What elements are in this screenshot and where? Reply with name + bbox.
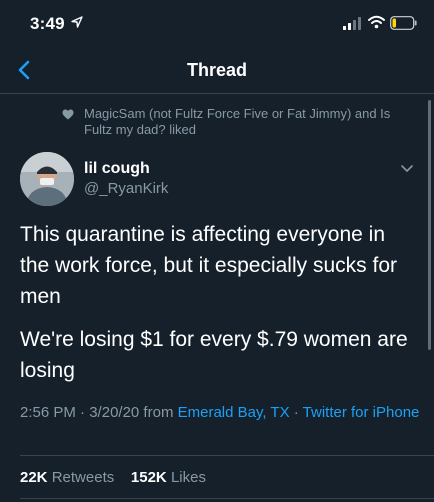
status-bar: 3:49 (0, 0, 434, 46)
divider (20, 455, 434, 456)
avatar[interactable] (20, 152, 74, 206)
tweet-paragraph: We're losing $1 for every $.79 women are… (20, 328, 408, 382)
tweet-time: 2:56 PM (20, 404, 76, 421)
author-name[interactable]: lil cough (84, 160, 150, 178)
liked-by-text[interactable]: MagicSam (not Fultz Force Five or Fat Ji… (84, 106, 414, 138)
meta-from: from (139, 404, 178, 421)
likes-count: 152K (130, 469, 167, 486)
retweets-count: 22K (20, 469, 48, 486)
page-title: Thread (186, 60, 247, 80)
retweets-label: Retweets (51, 469, 115, 486)
scroll-indicator[interactable] (428, 100, 431, 350)
location-arrow-icon (71, 16, 83, 28)
nav-bar: Thread (0, 46, 434, 94)
divider (20, 498, 434, 499)
tweet-paragraph: This quarantine is affecting everyone in… (20, 223, 397, 308)
tweet-meta: 2:56 PM · 3/20/20 from Emerald Bay, TX ·… (20, 402, 420, 424)
tweet-location-link[interactable]: Emerald Bay, TX (178, 404, 290, 421)
battery-icon (390, 16, 417, 30)
author-handle[interactable]: @_RyanKirk (84, 180, 168, 197)
tweet-text: This quarantine is affecting everyone in… (20, 219, 418, 398)
chevron-down-icon[interactable] (400, 164, 414, 174)
meta-separator: · (75, 404, 90, 421)
likes-label: Likes (170, 469, 206, 486)
wifi-icon (368, 15, 385, 29)
likes-stat[interactable]: 152K Likes (131, 469, 206, 486)
retweets-stat[interactable]: 22K Retweets (20, 469, 114, 486)
meta-separator: · (289, 404, 303, 421)
tweet-stats: 22K Retweets 152K Likes (20, 469, 206, 486)
heart-icon (62, 109, 74, 120)
signal-icon (343, 17, 361, 30)
tweet-date: 3/20/20 (89, 404, 140, 421)
tweet-source-link[interactable]: Twitter for iPhone (303, 404, 420, 421)
avatar-image (20, 152, 74, 206)
status-time: 3:49 (30, 14, 65, 33)
